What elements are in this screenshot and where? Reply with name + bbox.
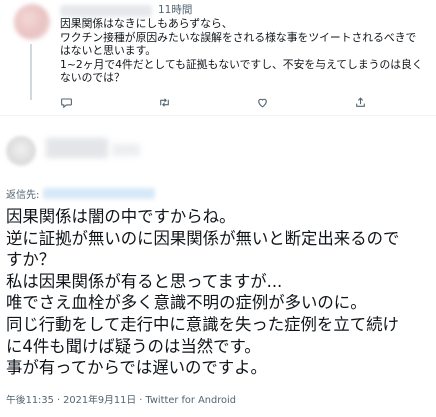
share-icon [356,96,365,107]
redacted-user-name [60,5,152,17]
tweet-text-line: 1~2ヶ月で4件だとしても証拠もないですし、不安を与えてしまうのは良く [60,57,423,71]
tweet-text-line: 逆に証拠が無いのに因果関係が無いと断定出来るので [6,228,400,248]
tweet-time[interactable]: 11時間 [158,2,192,17]
previous-tweet[interactable]: 11時間 因果関係はなきにしもあらずなら、 ワクチン接種が原因みたいな誤解をされ… [0,0,436,113]
tweet-text-line: 事が有ってからでは遅いのですよ。 [6,358,267,378]
like-button[interactable] [256,94,269,110]
reply-button[interactable] [60,94,73,110]
like-icon [258,98,267,107]
share-button[interactable] [354,94,367,110]
tweet-text-line: すか？ [6,250,56,270]
tweet-text-line: 同じ行動をして走行中に意識を失った症例を立て続け [6,314,399,334]
redacted-user-name [46,138,108,158]
avatar[interactable] [14,4,50,40]
tweet-timestamp[interactable]: 午後11:35 · 2021年9月11日 · Twitter for Andro… [6,392,236,406]
tweet-text: 因果関係はなきにしもあらずなら、 ワクチン接種が原因みたいな誤解をされる様な事を… [60,17,430,85]
comment-icon [61,97,72,108]
tweet-text-line: はないと思います。 [60,44,157,58]
tweet-text-line: に4件も聞けば疑うのは当然です。 [6,336,261,356]
tweet-text-line: 因果関係は闇の中ですからね。 [6,207,236,226]
redacted-reply-handle[interactable] [43,188,156,199]
replying-to: 返信先: [6,186,156,201]
tweet-text-line: ないのでは？ [60,71,125,85]
replying-to-label: 返信先: [6,190,40,201]
tweet-text-line: ワクチン接種が原因みたいな誤解をされる様な事をツイートされるべきで [60,30,417,44]
tweet-text: 因果関係は闇の中ですからね。 逆に証拠が無いのに因果関係が無いと断定出来るので … [6,206,434,379]
avatar[interactable] [6,136,36,166]
tweet-text-line: 唯でさえ血栓が多く意識不明の症例が多いのに。 [6,293,367,313]
redacted-user-handle [112,144,140,156]
retweet-button[interactable] [158,94,171,110]
thread-line [30,44,32,100]
retweet-icon [160,97,169,107]
divider [0,115,436,116]
tweet-text-line: 私は因果関係が有ると思ってますが... [6,271,283,291]
tweet-actions [60,94,420,110]
tweet-text-line: 因果関係はなきにしもあらずなら、 [60,17,233,30]
